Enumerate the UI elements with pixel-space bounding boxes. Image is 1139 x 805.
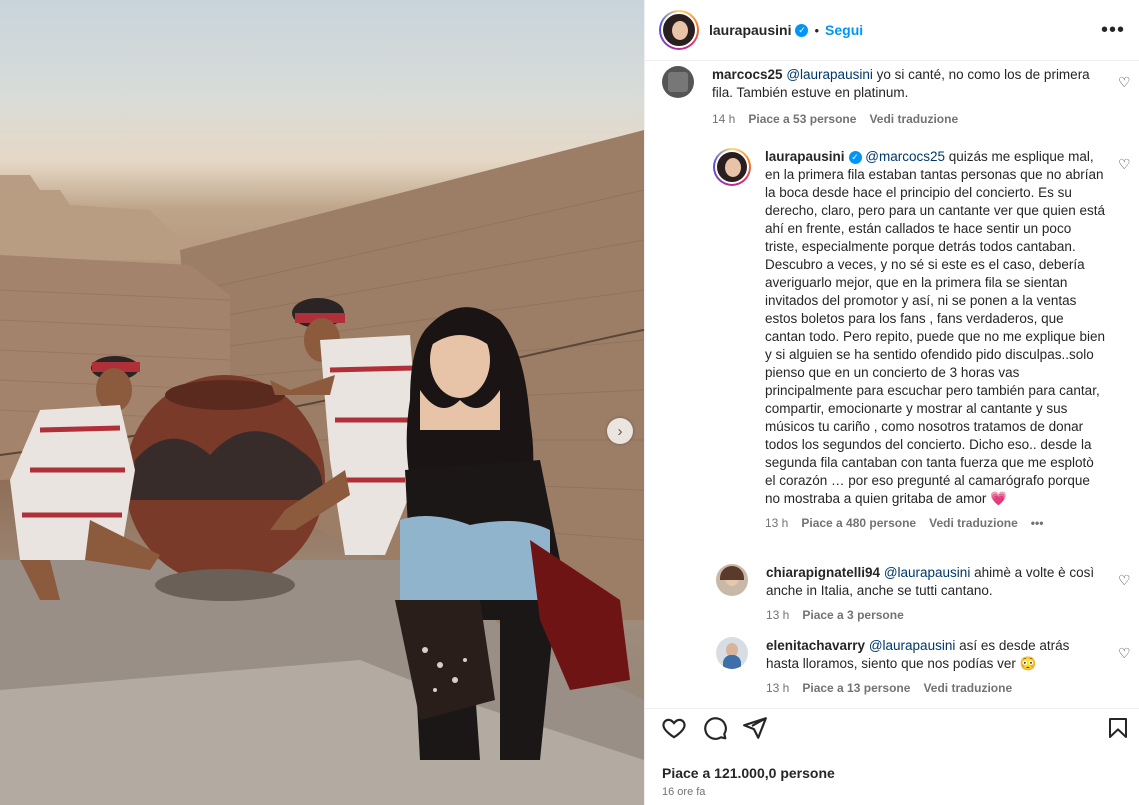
post-timestamp[interactable]: 16 ore fa — [662, 786, 705, 798]
comment-mention[interactable]: @marcocs25 — [865, 149, 945, 164]
commenter-avatar[interactable] — [713, 148, 751, 186]
comment-meta: 13 h Piace a 3 persone — [766, 606, 1106, 624]
comment-time: 13 h — [766, 608, 790, 622]
follow-button[interactable]: Segui — [825, 22, 863, 38]
commenter-avatar[interactable] — [662, 66, 694, 98]
photo-illustration — [0, 130, 644, 805]
comment-username[interactable]: laurapausini — [765, 149, 845, 164]
comment-item: chiarapignatelli94 @laurapausini ahimè a… — [716, 564, 1116, 624]
next-photo-button[interactable]: › — [607, 418, 633, 444]
comment-mention[interactable]: @laurapausini — [869, 638, 956, 653]
see-translation-link[interactable]: Vedi traduzione — [929, 514, 1018, 532]
post-photo: › — [0, 0, 644, 805]
see-translation-link[interactable]: Vedi traduzione — [869, 110, 958, 128]
comment-time: 13 h — [766, 681, 790, 695]
comment-username[interactable]: chiarapignatelli94 — [766, 565, 880, 580]
verified-badge-icon: ✓ — [848, 150, 862, 164]
comment-meta: 13 h Piace a 13 persone Vedi traduzione — [766, 679, 1106, 697]
see-translation-link[interactable]: Vedi traduzione — [923, 679, 1012, 697]
like-comment-heart-icon[interactable]: ♡ — [1118, 572, 1131, 589]
comment-icon[interactable] — [702, 715, 728, 741]
comment-username[interactable]: elenitachavarry — [766, 638, 865, 653]
separator-dot: • — [814, 22, 820, 38]
comment-item: laurapausini ✓ @marcocs25 quizás me espli… — [713, 148, 1113, 532]
comment-meta: 13 h Piace a 480 persone Vedi traduzione… — [765, 514, 1105, 532]
comment-time: 13 h — [765, 516, 789, 530]
heart-icon[interactable] — [661, 715, 687, 741]
more-options-button[interactable]: ••• — [1101, 19, 1125, 42]
like-comment-heart-icon[interactable]: ♡ — [1118, 156, 1131, 173]
like-comment-heart-icon[interactable]: ♡ — [1118, 645, 1131, 662]
like-comment-heart-icon[interactable]: ♡ — [1118, 74, 1131, 91]
comment-text: quizás me esplique mal, en la primera fi… — [765, 149, 1105, 506]
post-side-panel: laurapausini ✓ • Segui ••• marcocs25 @la… — [644, 0, 1139, 805]
comment-item: elenitachavarry @laurapausini así es des… — [716, 637, 1116, 697]
comment-username[interactable]: marcocs25 — [712, 67, 783, 82]
heart-emoji: 💗 — [990, 491, 1007, 506]
verified-badge-icon: ✓ — [795, 23, 809, 37]
comment-time: 14 h — [712, 112, 736, 126]
comment-item: marcocs25 @laurapausini yo si canté, no … — [662, 66, 1112, 128]
comment-likes[interactable]: Piace a 13 persone — [802, 679, 910, 697]
post-actions: Piace a 121.000,0 persone 16 ore fa — [645, 708, 1139, 805]
commenter-avatar[interactable] — [716, 564, 748, 596]
post-likes-count[interactable]: Piace a 121.000,0 persone — [662, 765, 835, 781]
comment-mention[interactable]: @laurapausini — [884, 565, 971, 580]
author-username[interactable]: laurapausini — [709, 22, 791, 38]
comment-mention[interactable]: @laurapausini — [786, 67, 873, 82]
comment-likes[interactable]: Piace a 53 persone — [748, 110, 856, 128]
chevron-right-icon: › — [617, 422, 623, 440]
comment-more-button[interactable]: ••• — [1031, 514, 1044, 532]
comment-likes[interactable]: Piace a 480 persone — [801, 514, 916, 532]
comments-list[interactable]: marcocs25 @laurapausini yo si canté, no … — [645, 62, 1139, 708]
author-avatar[interactable] — [659, 10, 699, 50]
comment-meta: 14 h Piace a 53 persone Vedi traduzione — [712, 110, 1102, 128]
bookmark-icon[interactable] — [1106, 715, 1130, 741]
comment-likes[interactable]: Piace a 3 persone — [802, 606, 903, 624]
flushed-emoji: 😳 — [1019, 656, 1037, 671]
commenter-avatar[interactable] — [716, 637, 748, 669]
post-header: laurapausini ✓ • Segui ••• — [645, 0, 1139, 61]
share-icon[interactable] — [742, 715, 768, 741]
